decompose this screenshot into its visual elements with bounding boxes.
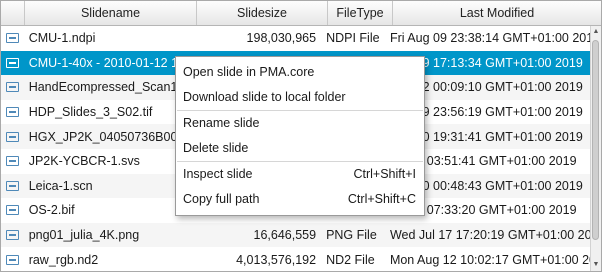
slide-icon (1, 57, 25, 68)
menu-inspect-slide[interactable]: Inspect slide Ctrl+Shift+I (176, 162, 424, 187)
menu-inspect-slide-label: Inspect slide (183, 167, 253, 181)
filetype-cell: PNG File (326, 228, 377, 243)
menu-delete-slide-label: Delete slide (183, 141, 249, 155)
menu-copy-full-path-label: Copy full path (183, 192, 260, 206)
slide-icon (1, 230, 25, 241)
header-slidename[interactable]: Slidename (25, 1, 197, 25)
slide-icon (1, 156, 25, 167)
menu-rename-slide[interactable]: Rename slide (176, 111, 424, 136)
modified-cell: Fri Aug 09 23:38:14 GMT+01:00 2019 (389, 31, 590, 46)
menu-rename-slide-label: Rename slide (183, 116, 260, 130)
modified-cell: Wed Jul 17 17:20:19 GMT+01:00 2019 (389, 228, 590, 243)
modified-cell: Mon Aug 12 10:02:17 GMT+01:00 2019 (389, 252, 590, 267)
menu-open-slide[interactable]: Open slide in PMA.core (176, 60, 424, 85)
table-header: Slidename Slidesize FileType Last Modifi… (1, 1, 601, 26)
slidename-cell: HandEcompressed_Scan1.qp (28, 80, 194, 95)
slidename-cell: JP2K-YCBCR-1.svs (28, 154, 140, 169)
slidename-cell: png01_julia_4K.png (28, 228, 140, 243)
slide-icon (1, 180, 25, 191)
slidesize-cell: 16,646,559 (253, 228, 317, 243)
arrow-up-icon[interactable]: ▲ (591, 26, 601, 38)
slide-icon (1, 205, 25, 216)
table-row[interactable]: raw_rgb.nd2 4,013,576,192 ND2 File Mon A… (1, 247, 590, 271)
menu-download-slide[interactable]: Download slide to local folder (176, 85, 424, 110)
slidename-cell: OS-2.bif (28, 203, 75, 218)
slidesize-cell: 4,013,576,192 (236, 252, 317, 267)
context-menu: Open slide in PMA.core Download slide to… (175, 56, 425, 216)
filetype-cell: NDPI File (326, 31, 380, 46)
slidename-cell: raw_rgb.nd2 (28, 252, 99, 267)
table-row[interactable]: CMU-1.ndpi 198,030,965 NDPI File Fri Aug… (1, 26, 590, 51)
slide-icon (1, 107, 25, 118)
menu-inspect-shortcut: Ctrl+Shift+I (353, 167, 416, 181)
slidename-cell: HGX_JP2K_04050736B0045S (28, 129, 194, 144)
header-filetype[interactable]: FileType (328, 1, 393, 25)
table-row[interactable]: png01_julia_4K.png 16,646,559 PNG File W… (1, 222, 590, 248)
slide-icon (1, 82, 25, 93)
header-last-modified[interactable]: Last Modified (393, 1, 601, 25)
slidename-cell: CMU-1-40x - 2010-01-12 13. (28, 55, 189, 70)
menu-delete-slide[interactable]: Delete slide (176, 136, 424, 161)
menu-copy-full-path[interactable]: Copy full path Ctrl+Shift+C (176, 187, 424, 212)
menu-open-slide-label: Open slide in PMA.core (183, 65, 315, 79)
scrollbar-thumb[interactable] (592, 40, 599, 240)
slide-icon (1, 131, 25, 142)
header-icon-column[interactable] (1, 1, 25, 25)
slidename-cell: HDP_Slides_3_S02.tif (28, 105, 153, 120)
slide-icon (1, 254, 25, 265)
menu-download-slide-label: Download slide to local folder (183, 90, 346, 104)
menu-copy-shortcut: Ctrl+Shift+C (347, 192, 416, 206)
slidesize-cell: 198,030,965 (246, 31, 317, 46)
slidename-cell: CMU-1.ndpi (28, 31, 96, 46)
slidename-cell: Leica-1.scn (28, 178, 93, 193)
header-slidesize[interactable]: Slidesize (197, 1, 328, 25)
arrow-down-icon[interactable]: ▼ (591, 259, 601, 271)
slide-icon (1, 33, 25, 44)
filetype-cell: ND2 File (326, 252, 375, 267)
vertical-scrollbar[interactable]: ▲ ▼ (590, 26, 601, 271)
